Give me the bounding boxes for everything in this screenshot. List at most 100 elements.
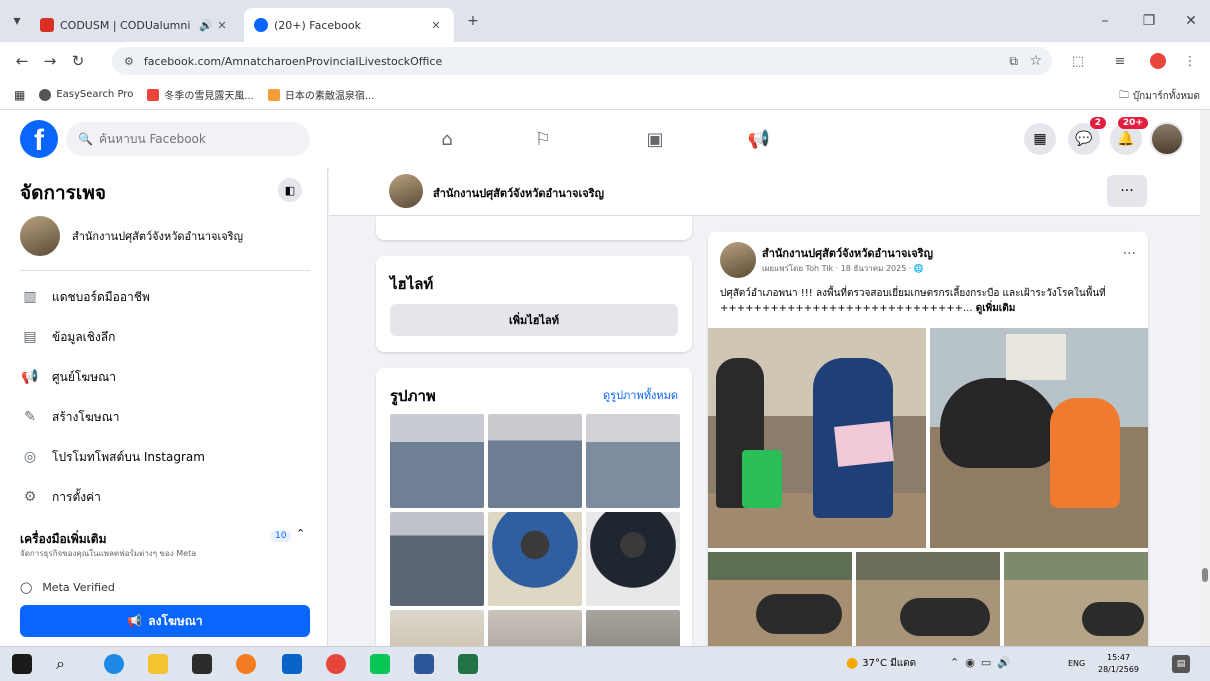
add-highlight-button[interactable]: เพิ่มไฮไลท์ bbox=[390, 304, 678, 336]
store-icon[interactable] bbox=[192, 654, 212, 674]
sidebar-item-meta-verified[interactable]: ◯ Meta Verified bbox=[20, 581, 115, 594]
chrome-icon[interactable] bbox=[326, 654, 346, 674]
browser-tab-codusm[interactable]: CODUSM | CODUalumni 🔊 ✕ bbox=[30, 8, 240, 42]
profile-icon[interactable] bbox=[1148, 51, 1168, 71]
sidebar-item-create-ad[interactable]: ✎ สร้างโฆษณา bbox=[20, 404, 119, 430]
sidebar-item-instagram[interactable]: ◎ โปรโมทโพสต์บน Instagram bbox=[20, 444, 205, 470]
tab-list-icon[interactable]: ≡ bbox=[1110, 51, 1130, 71]
site-info-icon[interactable]: ⚙ bbox=[124, 55, 134, 68]
line-icon[interactable] bbox=[370, 654, 390, 674]
apps-icon[interactable]: ▦ bbox=[14, 88, 25, 102]
photo-thumbnail[interactable] bbox=[488, 610, 582, 646]
page-avatar[interactable] bbox=[389, 174, 423, 208]
page-scrollbar[interactable] bbox=[1200, 110, 1210, 646]
sidebar-item-label: ศูนย์โฆษณา bbox=[52, 369, 116, 384]
photo-thumbnail[interactable] bbox=[586, 512, 680, 606]
edge-icon[interactable] bbox=[104, 654, 124, 674]
browser-tab-bar: ▾ CODUSM | CODUalumni 🔊 ✕ (20+) Facebook… bbox=[0, 0, 1210, 42]
browser-menu-icon[interactable]: ⋮ bbox=[1180, 51, 1200, 71]
word-icon[interactable] bbox=[414, 654, 434, 674]
notifications-bell-icon[interactable]: 🔔 20+ bbox=[1110, 117, 1148, 155]
language-indicator[interactable]: ENG bbox=[1068, 659, 1085, 668]
facebook-search[interactable]: 🔍 bbox=[66, 122, 310, 156]
sign-board bbox=[1006, 334, 1066, 380]
facebook-logo-icon[interactable]: f bbox=[20, 120, 58, 158]
clock[interactable]: 15:47 28/1/2569 bbox=[1098, 652, 1139, 676]
volume-icon[interactable]: 🔊 bbox=[997, 656, 1011, 669]
photo-thumbnail[interactable] bbox=[488, 512, 582, 606]
weather-widget[interactable]: ● 37°C มีแดด bbox=[846, 655, 916, 671]
post-author-avatar[interactable] bbox=[720, 242, 756, 278]
extensions-icon[interactable]: ⬚ bbox=[1068, 51, 1088, 71]
new-tab-button[interactable]: + bbox=[462, 10, 484, 32]
photo-thumbnail[interactable] bbox=[390, 512, 484, 606]
see-all-photos-link[interactable]: ดูรูปภาพทั้งหมด bbox=[603, 386, 678, 404]
post-photo[interactable] bbox=[856, 552, 1000, 646]
excel-icon[interactable] bbox=[458, 654, 478, 674]
buffalo-figure bbox=[1082, 602, 1144, 636]
post-more-options-icon[interactable]: ··· bbox=[1123, 246, 1136, 262]
post-photo[interactable] bbox=[930, 328, 1148, 548]
account-avatar[interactable] bbox=[1150, 122, 1184, 156]
home-icon[interactable]: ⌂ bbox=[432, 124, 462, 154]
photo-thumbnail[interactable] bbox=[488, 414, 582, 508]
file-explorer-icon[interactable] bbox=[148, 654, 168, 674]
marketplace-icon[interactable]: ▣ bbox=[640, 124, 670, 154]
maximize-button[interactable]: ❐ bbox=[1138, 10, 1160, 32]
all-bookmarks-folder[interactable]: 🗀 บุ๊กมาร์กทั้งหมด bbox=[1119, 88, 1200, 105]
sidebar-item-label: โปรโมทโพสต์บน Instagram bbox=[52, 449, 205, 464]
sidebar-item-settings[interactable]: ⚙ การตั้งค่า bbox=[20, 484, 101, 510]
back-icon[interactable]: ← bbox=[8, 47, 36, 75]
sidebar-item-dashboard[interactable]: ▥ แดชบอร์ดมืออาชีพ bbox=[20, 284, 149, 310]
sidebar-page-profile[interactable]: สำนักงานปศุสัตว์จังหวัดอำนาจเจริญ bbox=[20, 216, 243, 256]
battery-icon[interactable]: ▭ bbox=[981, 656, 991, 669]
promote-button[interactable]: 📢 ลงโฆษณา bbox=[20, 605, 310, 637]
notification-center-icon[interactable]: ▤ bbox=[1172, 655, 1190, 673]
post-photo[interactable] bbox=[708, 328, 926, 548]
minimize-button[interactable]: – bbox=[1094, 10, 1116, 32]
forward-icon[interactable]: → bbox=[36, 47, 64, 75]
photos-app-icon[interactable] bbox=[236, 654, 256, 674]
reload-icon[interactable]: ↻ bbox=[64, 47, 92, 75]
windows-start-icon[interactable] bbox=[12, 654, 32, 674]
scrollbar-thumb[interactable] bbox=[1202, 568, 1208, 582]
search-icon[interactable]: ⌕ bbox=[56, 654, 76, 674]
tab-close-icon[interactable]: ✕ bbox=[214, 19, 230, 32]
close-window-button[interactable]: ✕ bbox=[1180, 10, 1202, 32]
post-photo[interactable] bbox=[708, 552, 852, 646]
page-more-options-icon[interactable]: ··· bbox=[1107, 175, 1147, 207]
tab-close-icon[interactable]: ✕ bbox=[428, 19, 444, 32]
address-bar[interactable]: ⚙ facebook.com/AmnatcharoenProvincialLiv… bbox=[112, 47, 1052, 75]
edit-icon: ✎ bbox=[24, 409, 36, 425]
search-input[interactable] bbox=[98, 132, 279, 146]
app-icon[interactable] bbox=[282, 654, 302, 674]
photo-thumbnail[interactable] bbox=[390, 610, 484, 646]
bookmarks-bar: ▦ EasySearch Pro 冬季の雪見露天風... 日本の素敵温泉宿...… bbox=[0, 80, 1210, 110]
network-icon[interactable]: ◉ bbox=[965, 656, 975, 669]
photo-thumbnail[interactable] bbox=[390, 414, 484, 508]
ads-megaphone-icon[interactable]: 📢 bbox=[744, 124, 774, 154]
post-author-name[interactable]: สำนักงานปศุสัตว์จังหวัดอำนาจเจริญ bbox=[762, 244, 933, 262]
page-title[interactable]: สำนักงานปศุสัตว์จังหวัดอำนาจเจริญ bbox=[433, 184, 604, 202]
sidebar-page-name: สำนักงานปศุสัตว์จังหวัดอำนาจเจริญ bbox=[72, 230, 243, 243]
collapse-sidebar-icon[interactable]: ◧ bbox=[278, 178, 302, 202]
chevron-up-icon[interactable]: ⌃ bbox=[950, 656, 959, 669]
post-photo[interactable] bbox=[1004, 552, 1148, 646]
bookmark-easysearch[interactable]: EasySearch Pro bbox=[39, 88, 133, 101]
buffalo-figure bbox=[940, 378, 1060, 468]
photo-thumbnail[interactable] bbox=[586, 610, 680, 646]
cast-icon[interactable]: ⧉ bbox=[1009, 54, 1018, 69]
sidebar-item-insights[interactable]: ▤ ข้อมูลเชิงลึก bbox=[20, 324, 115, 350]
chevron-up-icon[interactable]: ⌃ bbox=[296, 527, 305, 540]
photo-thumbnail[interactable] bbox=[586, 414, 680, 508]
tab-search-icon[interactable]: ▾ bbox=[6, 10, 28, 32]
messenger-icon[interactable]: 💬 2 bbox=[1068, 117, 1106, 155]
bookmark-star-icon[interactable]: ☆ bbox=[1029, 53, 1042, 69]
sidebar-item-ad-center[interactable]: 📢 ศูนย์โฆษณา bbox=[20, 364, 116, 390]
feed-flag-icon[interactable]: ⚐ bbox=[528, 124, 558, 154]
see-more-link[interactable]: ดูเพิ่มเติม bbox=[976, 303, 1016, 314]
menu-grid-icon[interactable]: ▦ bbox=[1024, 123, 1056, 155]
browser-tab-facebook[interactable]: (20+) Facebook ✕ bbox=[244, 8, 454, 42]
bookmark-onsen-1[interactable]: 冬季の雪見露天風... bbox=[147, 87, 254, 102]
bookmark-onsen-2[interactable]: 日本の素敵温泉宿... bbox=[267, 87, 374, 102]
